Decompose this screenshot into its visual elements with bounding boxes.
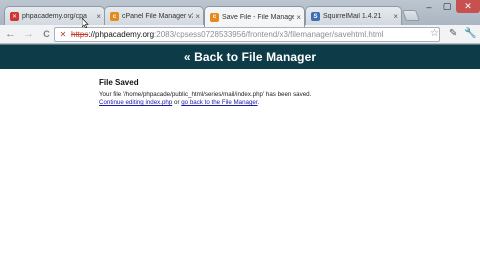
- tab-phpacademy[interactable]: ✕ phpacademy.org/cpa ×: [4, 6, 105, 26]
- page-header-bar: « Back to File Manager: [0, 44, 480, 69]
- forward-arrow-icon[interactable]: →: [21, 27, 36, 42]
- tab-close-icon[interactable]: ×: [393, 12, 398, 21]
- broken-lock-icon[interactable]: ✕: [58, 30, 68, 40]
- url-path: :2083/cpsess0728533956/frontend/x3/filem…: [154, 30, 384, 39]
- close-window-button[interactable]: ✕: [456, 0, 480, 13]
- browser-toolbar: ← → C ✕ https ://phpacademy.org :2083/cp…: [0, 25, 480, 44]
- page-content: « Back to File Manager File Saved Your f…: [0, 44, 480, 270]
- save-result-panel: File Saved Your file '/home/phpacade/pub…: [99, 78, 459, 107]
- back-arrow-icon[interactable]: ←: [3, 27, 18, 42]
- tab-cpanel-file-manager[interactable]: c cPanel File Manager v3 ×: [104, 6, 204, 26]
- cpanel-favicon-icon: c: [110, 12, 119, 21]
- tab-title: SquirrelMail 1.4.21: [323, 13, 382, 20]
- tab-close-icon[interactable]: ×: [296, 13, 301, 22]
- squirrelmail-favicon-icon: S: [311, 12, 320, 21]
- tab-close-icon[interactable]: ×: [96, 12, 101, 21]
- save-message: Your file '/home/phpacade/public_html/se…: [99, 91, 312, 98]
- reload-icon[interactable]: C: [39, 27, 54, 42]
- or-text: or: [172, 99, 182, 106]
- page-menu-icon[interactable]: ✎: [449, 28, 457, 39]
- maximize-button[interactable]: ▢: [438, 0, 456, 13]
- mouse-cursor-icon: [82, 18, 89, 28]
- cpanel-favicon-icon: c: [210, 12, 219, 22]
- continue-editing-link[interactable]: Continue editing index.php: [99, 99, 172, 106]
- tab-title: cPanel File Manager v3: [122, 13, 194, 20]
- address-bar[interactable]: ✕ https ://phpacademy.org :2083/cpsess07…: [54, 27, 440, 42]
- url-scheme: https: [71, 30, 89, 39]
- new-tab-icon[interactable]: [401, 10, 421, 21]
- tab-close-icon[interactable]: ×: [195, 12, 200, 21]
- tab-squirrelmail[interactable]: S SquirrelMail 1.4.21 ×: [305, 6, 402, 26]
- tab-save-file[interactable]: c Save File - File Manager ×: [204, 6, 305, 27]
- minimize-button[interactable]: –: [420, 0, 438, 13]
- bookmark-star-icon[interactable]: ☆: [430, 28, 439, 39]
- go-back-link[interactable]: go back to the File Manager: [181, 99, 257, 106]
- action-links: Continue editing index.php or go back to…: [99, 99, 459, 107]
- error-favicon-icon: ✕: [10, 12, 19, 21]
- tab-title: Save File - File Manager: [222, 13, 295, 21]
- back-to-file-manager-link[interactable]: « Back to File Manager: [184, 50, 316, 64]
- url-host: ://phpacademy.org: [88, 30, 155, 39]
- period-text: .: [257, 99, 260, 106]
- tab-strip: ✕ phpacademy.org/cpa × c cPanel File Man…: [0, 0, 480, 27]
- wrench-icon[interactable]: 🔧: [464, 28, 476, 39]
- page-title: File Saved: [99, 78, 139, 87]
